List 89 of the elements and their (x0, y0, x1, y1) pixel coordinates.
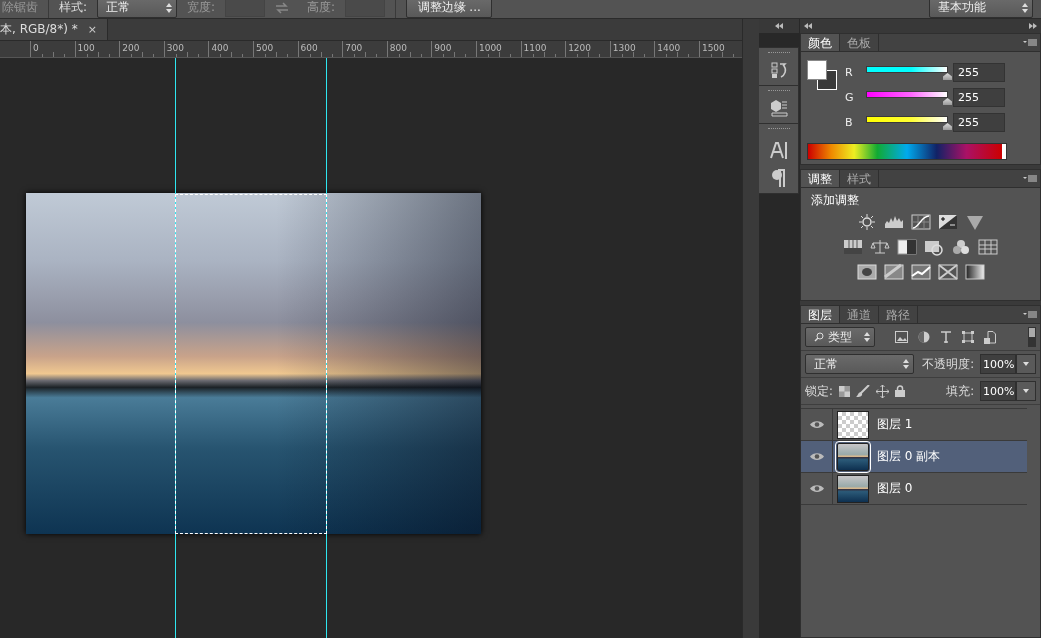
width-field[interactable] (225, 0, 266, 17)
caret-icon (1023, 389, 1029, 393)
image-filter-icon[interactable] (895, 331, 908, 343)
color-spectrum[interactable] (807, 143, 1007, 160)
split-square-icon[interactable] (897, 238, 917, 256)
filter-toggle-icon[interactable] (1028, 327, 1036, 347)
smart-object-filter-icon[interactable] (984, 330, 996, 344)
hue-saturation-icon[interactable] (843, 238, 863, 256)
stepper-icon (166, 2, 173, 13)
curves-icon[interactable] (910, 213, 931, 231)
collapse-icon[interactable] (775, 23, 783, 29)
slider-thumb[interactable] (943, 123, 952, 130)
color-swatches[interactable] (807, 60, 835, 90)
shape-filter-icon[interactable] (962, 331, 974, 343)
blend-mode-dropdown[interactable]: 正常 (805, 354, 915, 374)
filter-dropdown[interactable]: 类型 (805, 327, 875, 347)
color-lookup-icon[interactable] (978, 238, 998, 256)
invert-icon[interactable] (856, 263, 877, 281)
close-button[interactable]: × (87, 23, 97, 36)
scale-icon[interactable] (870, 238, 890, 256)
vibrance-icon[interactable] (964, 213, 985, 231)
panel-tab[interactable]: 图层 (801, 306, 840, 323)
eye-icon[interactable] (809, 420, 824, 429)
paragraph-icon[interactable] (771, 169, 786, 187)
adjustment-filter-icon[interactable] (918, 331, 930, 343)
document-tab[interactable]: 本, RGB/8*) * × (0, 19, 108, 40)
channel-label: B (845, 116, 854, 129)
width-label: 宽度: (187, 0, 216, 16)
posterize-icon[interactable] (883, 263, 904, 281)
stepper-icon (864, 332, 870, 342)
style-dropdown[interactable]: 正常 (97, 0, 178, 18)
cube-icon[interactable] (769, 99, 788, 117)
panel-heading: 添加调整 (811, 192, 860, 209)
layer-name: 图层 1 (877, 416, 913, 433)
panel-menu-icon[interactable] (1023, 175, 1037, 182)
channel-label: G (845, 91, 855, 104)
slider-thumb[interactable] (943, 73, 952, 80)
channel-label: R (845, 66, 854, 79)
refine-edge-button[interactable]: 调整边缘 ... (406, 0, 493, 18)
threshold-icon[interactable] (910, 263, 931, 281)
fill-dropdown-button[interactable] (1016, 381, 1036, 401)
panel-menu-icon[interactable] (1023, 311, 1037, 318)
channel-value-field[interactable]: 255 (953, 63, 1005, 82)
lock-label: 锁定: (805, 383, 833, 399)
stepper-icon (1022, 2, 1028, 13)
brightness-icon[interactable] (856, 213, 877, 231)
workspace-dropdown[interactable]: 基本功能 (929, 0, 1033, 18)
camera-icon[interactable] (924, 238, 944, 256)
exposure-icon[interactable] (937, 213, 958, 231)
caret-icon (1023, 362, 1029, 366)
fill-label: 填充: (946, 383, 974, 399)
panel-tab[interactable]: 颜色 (801, 34, 840, 51)
history-icon[interactable] (769, 61, 788, 79)
slider-thumb[interactable] (943, 98, 952, 105)
height-label: 高度: (307, 0, 336, 16)
layer-name: 图层 0 副本 (877, 448, 941, 465)
lock-transparency-icon[interactable] (838, 385, 850, 397)
lock-icon[interactable] (894, 385, 905, 397)
layer-thumbnail (837, 442, 869, 471)
move-icon[interactable] (875, 384, 889, 398)
gradient-map-icon[interactable] (964, 263, 985, 281)
height-field[interactable] (345, 0, 386, 17)
panel-tab[interactable]: 调整 (801, 170, 840, 187)
opacity-dropdown-button[interactable] (1016, 354, 1036, 374)
brush-icon[interactable] (855, 385, 870, 397)
type-filter-icon[interactable] (940, 331, 952, 343)
layer-name: 图层 0 (877, 480, 913, 497)
opacity-field[interactable]: 100% (980, 354, 1016, 374)
layer-thumbnail (837, 474, 869, 503)
layer-row[interactable]: 图层 1 (801, 409, 1027, 441)
expand-icon[interactable] (1029, 23, 1037, 29)
character-icon[interactable] (769, 141, 788, 159)
style-label: 样式: (59, 0, 88, 16)
layer-thumbnail (837, 410, 869, 439)
search-icon (814, 332, 824, 342)
channel-value-field[interactable]: 255 (953, 88, 1005, 107)
opacity-label: 不透明度: (922, 356, 974, 372)
fill-field[interactable]: 100% (980, 381, 1016, 401)
eye-icon[interactable] (809, 452, 824, 461)
eye-icon[interactable] (809, 484, 824, 493)
channel-value-field[interactable]: 255 (953, 113, 1005, 132)
selective-color-icon[interactable] (937, 263, 958, 281)
antialias-label: 除锯齿 (2, 0, 38, 16)
channel-mixer-icon[interactable] (951, 238, 971, 256)
layer-row[interactable]: 图层 0 副本 (801, 441, 1027, 473)
panel-menu-icon[interactable] (1023, 39, 1037, 46)
stepper-icon (903, 359, 910, 369)
layer-row[interactable]: 图层 0 (801, 473, 1027, 505)
collapse-icon[interactable] (804, 23, 812, 29)
